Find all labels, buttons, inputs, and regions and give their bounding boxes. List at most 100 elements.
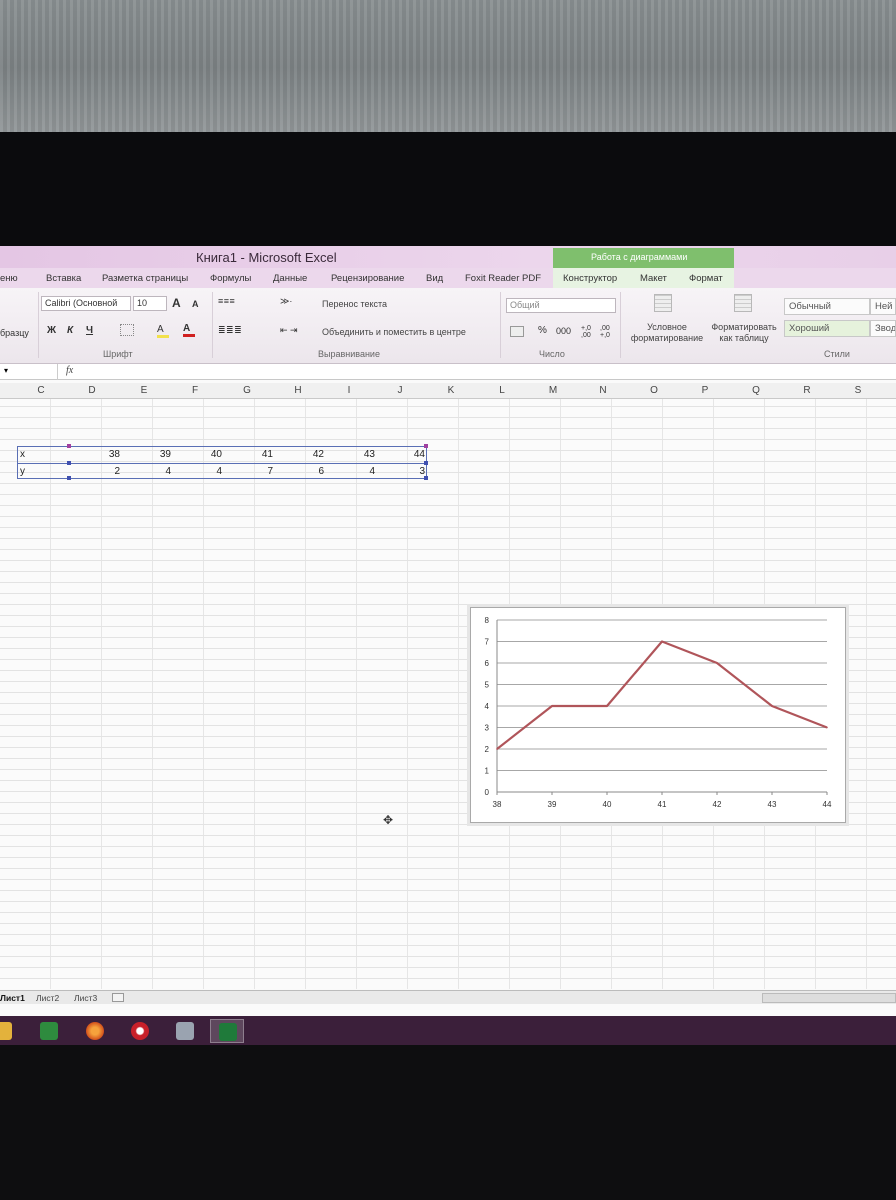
sheet-tab-3[interactable]: Лист3	[74, 993, 97, 1003]
font-color-button[interactable]: A	[183, 323, 195, 337]
column-header[interactable]: E	[120, 385, 168, 396]
cell-y-value[interactable]: 7	[223, 466, 273, 478]
range-handle[interactable]	[424, 444, 428, 448]
column-header[interactable]: P	[681, 385, 729, 396]
separator	[38, 292, 39, 358]
cell-y-value[interactable]: 4	[121, 466, 171, 478]
wrap-text-button[interactable]: Перенос текста	[322, 299, 387, 309]
shrink-font-button[interactable]: A	[192, 299, 199, 309]
horizontal-scrollbar[interactable]	[762, 993, 896, 1003]
format-as-table-button[interactable]: Форматировать как таблицу	[708, 322, 780, 344]
column-header[interactable]: C	[17, 385, 65, 396]
taskbar-store[interactable]	[32, 1019, 66, 1043]
column-header[interactable]: K	[427, 385, 475, 396]
style-input[interactable]: Звод	[870, 320, 896, 337]
data-point	[551, 705, 553, 707]
tab-insert[interactable]: Вставка	[46, 273, 81, 284]
conditional-formatting-button[interactable]: Условное форматирование	[622, 322, 712, 344]
increase-decimal-button[interactable]: +,0 ,00	[581, 325, 599, 339]
font-color-icon: A	[183, 323, 191, 334]
cell-x-value[interactable]: 40	[172, 449, 222, 461]
tab-page-layout[interactable]: Разметка страницы	[102, 273, 188, 284]
tab-formulas[interactable]: Формулы	[210, 273, 251, 284]
font-size-combo[interactable]: 10	[133, 296, 167, 311]
align-top-icon[interactable]: ≡ ≡ ≡	[218, 296, 235, 306]
tab-review[interactable]: Рецензирование	[331, 273, 404, 284]
font-name-combo[interactable]: Calibri (Основной	[41, 296, 131, 311]
column-header[interactable]: G	[223, 385, 271, 396]
style-neutral[interactable]: Ней	[870, 298, 896, 315]
column-header[interactable]: S	[834, 385, 882, 396]
new-sheet-icon[interactable]	[112, 993, 124, 1002]
grow-font-button[interactable]: A	[172, 296, 181, 310]
cell-y-value[interactable]: 4	[325, 466, 375, 478]
taskbar-firefox[interactable]	[78, 1019, 112, 1043]
range-handle[interactable]	[67, 461, 71, 465]
sheet-tab-1[interactable]: Лист1	[0, 993, 25, 1003]
tab-view[interactable]: Вид	[426, 273, 443, 284]
separator	[212, 292, 213, 358]
column-header[interactable]: J	[376, 385, 424, 396]
tab-format[interactable]: Формат	[689, 273, 723, 284]
column-header[interactable]: D	[68, 385, 116, 396]
taskbar-excel[interactable]	[210, 1019, 244, 1043]
taskbar-opera[interactable]	[123, 1019, 157, 1043]
cell-x-value[interactable]: 44	[376, 449, 425, 461]
cell-x-value[interactable]: 39	[121, 449, 171, 461]
orientation-icon[interactable]: ≫·	[280, 296, 292, 307]
cell-y-label[interactable]: y	[20, 466, 25, 478]
sheet-tab-2[interactable]: Лист2	[36, 993, 59, 1003]
tab-menu[interactable]: еню	[0, 273, 18, 284]
cell-y-value[interactable]: 6	[274, 466, 324, 478]
underline-button[interactable]: Ч	[86, 325, 93, 336]
indent-icon[interactable]: ⇤ ⇥	[280, 325, 298, 336]
tab-design[interactable]: Конструктор	[563, 273, 617, 284]
tab-layout[interactable]: Макет	[640, 273, 667, 284]
align-left-icon[interactable]: ≣ ≣ ≣	[218, 325, 242, 336]
italic-button[interactable]: К	[67, 325, 73, 336]
name-box[interactable]: ▾	[0, 364, 58, 380]
cell-y-value[interactable]: 3	[376, 466, 425, 478]
style-normal[interactable]: Обычный	[784, 298, 870, 315]
taskbar-explorer[interactable]	[0, 1019, 20, 1043]
column-header[interactable]: I	[325, 385, 373, 396]
fx-icon[interactable]: fx	[66, 365, 73, 376]
borders-icon[interactable]	[120, 324, 134, 336]
bold-button[interactable]: Ж	[47, 325, 56, 336]
line-chart[interactable]: 0 1 2 3 4 5 6 7 8 38 39 40 41 42 43 44	[470, 607, 846, 823]
cell-x-value[interactable]: 41	[223, 449, 273, 461]
currency-icon[interactable]	[510, 326, 524, 337]
column-header[interactable]: H	[274, 385, 322, 396]
range-handle[interactable]	[424, 476, 428, 480]
cell-x-value[interactable]: 38	[70, 449, 120, 461]
merge-center-button[interactable]: Объединить и поместить в центре	[322, 327, 466, 337]
range-handle[interactable]	[424, 461, 428, 465]
cell-y-value[interactable]: 4	[172, 466, 222, 478]
style-good[interactable]: Хороший	[784, 320, 870, 337]
number-format-combo[interactable]: Общий	[506, 298, 616, 313]
tab-foxit[interactable]: Foxit Reader PDF	[465, 273, 541, 284]
column-header[interactable]: M	[529, 385, 577, 396]
percent-button[interactable]: %	[538, 325, 547, 336]
range-handle[interactable]	[67, 476, 71, 480]
taskbar-network[interactable]	[168, 1019, 202, 1043]
x-tick-label: 41	[658, 800, 667, 809]
column-header[interactable]: R	[783, 385, 831, 396]
column-header[interactable]: L	[478, 385, 526, 396]
formula-input[interactable]	[86, 364, 886, 380]
cell-y-value[interactable]: 2	[70, 466, 120, 478]
thousands-button[interactable]: 000	[556, 326, 571, 336]
column-header[interactable]: Q	[732, 385, 780, 396]
fill-color-button[interactable]: A	[157, 324, 169, 338]
decrease-decimal-button[interactable]: ,00 +,0	[600, 325, 618, 339]
cell-x-value[interactable]: 43	[325, 449, 375, 461]
tab-data[interactable]: Данные	[273, 273, 307, 284]
format-painter-button[interactable]: бразцу	[0, 328, 29, 338]
cell-x-label[interactable]: x	[20, 449, 25, 461]
data-point	[826, 726, 828, 729]
cell-x-value[interactable]: 42	[274, 449, 324, 461]
column-header[interactable]: O	[630, 385, 678, 396]
column-header[interactable]: N	[579, 385, 627, 396]
column-header[interactable]: F	[171, 385, 219, 396]
range-handle[interactable]	[67, 444, 71, 448]
